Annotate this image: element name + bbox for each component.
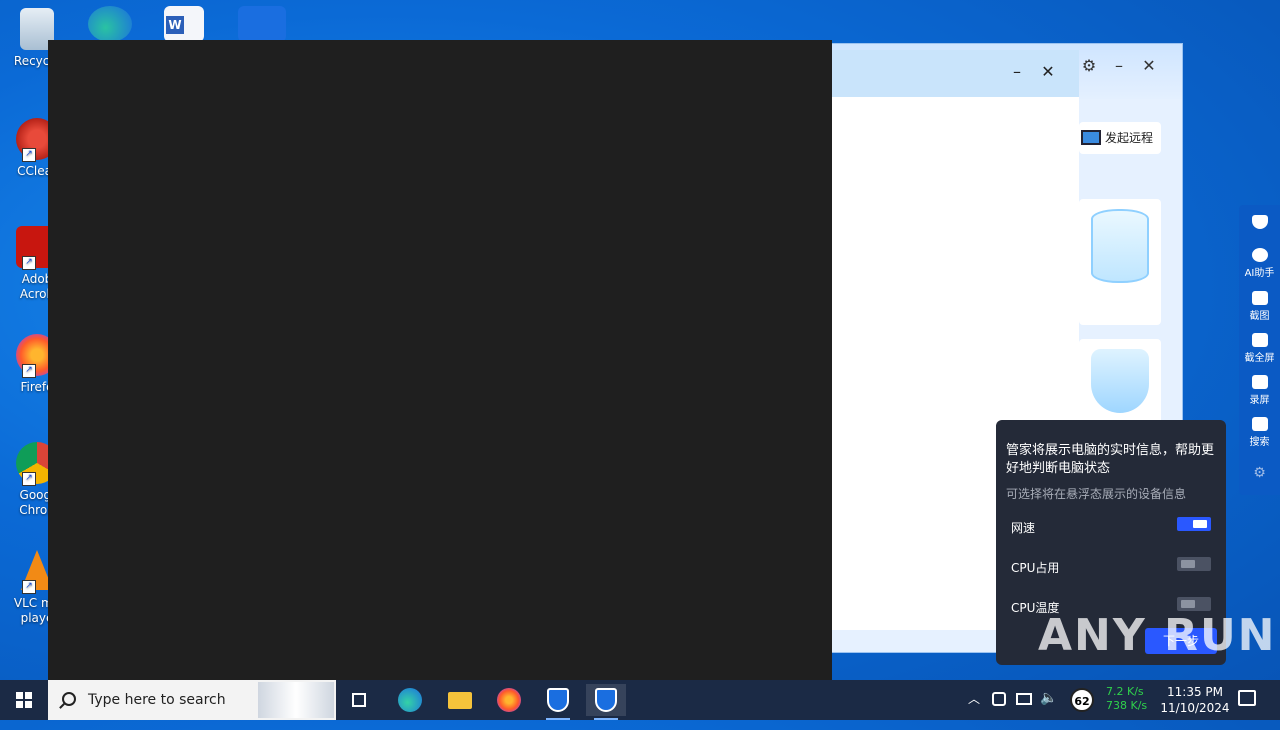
network-speed-toggle[interactable] — [1177, 517, 1211, 531]
pc-manager-taskbar-icon[interactable] — [538, 684, 578, 720]
show-hidden-icons-chevron-icon[interactable]: ︿ — [968, 690, 980, 730]
option-row-network-speed: 网速 — [1011, 517, 1211, 536]
windows-logo-icon — [16, 692, 32, 708]
sidebar-item-label: 搜索 — [1249, 437, 1270, 448]
dialog-minimize-button[interactable]: – — [1007, 62, 1027, 82]
anyrun-watermark: ANY RUN — [1038, 610, 1277, 661]
inner-dialog-header: – ✕ — [832, 50, 1079, 97]
toggle-knob — [1181, 600, 1195, 608]
edge-glyph — [398, 688, 422, 712]
popup-title: 管家将展示电脑的实时信息，帮助更好地判断电脑状态 — [1006, 443, 1215, 476]
toggle-knob — [1193, 520, 1207, 528]
sidebar-item-record[interactable]: 录屏 — [1239, 375, 1280, 406]
search-highlight-image — [258, 682, 334, 718]
clock[interactable]: 11:35 PM 11/10/2024 — [1160, 684, 1230, 716]
monitor-icon — [1081, 130, 1101, 145]
option-row-cpu-usage: CPU占用 — [1011, 557, 1211, 576]
folder-glyph — [448, 692, 472, 709]
search-placeholder: Type here to search — [88, 692, 226, 708]
shield-icon — [1251, 215, 1268, 229]
cpu-usage-badge[interactable]: 62 — [1070, 688, 1094, 712]
feature-card-cleanup[interactable] — [1079, 199, 1161, 325]
remote-assist-button[interactable]: 发起远程 — [1079, 122, 1161, 154]
minimize-button[interactable]: – — [1109, 56, 1129, 76]
task-view-icon[interactable] — [340, 684, 380, 716]
word-w-glyph: W — [166, 16, 184, 34]
settings-gear-icon[interactable]: ⚙ — [1079, 56, 1099, 76]
cleanup-icon — [1091, 209, 1149, 283]
monitor-capture-icon — [1251, 333, 1268, 347]
option-label: CPU占用 — [1011, 561, 1060, 575]
edge-taskbar-icon[interactable] — [390, 684, 430, 716]
sidebar-item-fullscreen-capture[interactable]: 截全屏 — [1239, 333, 1280, 364]
tray-app-icon[interactable] — [992, 692, 1006, 706]
dialog-close-button[interactable]: ✕ — [1038, 62, 1058, 82]
start-button[interactable] — [0, 680, 48, 720]
floating-toolbar: AI助手 截图 截全屏 录屏 搜索 ⚙ — [1239, 205, 1280, 495]
firefox-taskbar-icon[interactable] — [489, 684, 529, 716]
option-label: 网速 — [1011, 521, 1036, 535]
network-icon[interactable] — [1016, 693, 1032, 705]
word-document-icon[interactable]: W — [164, 6, 204, 42]
sidebar-item-shield[interactable] — [1239, 215, 1280, 231]
taskbar-search-box[interactable]: Type here to search — [48, 680, 336, 720]
sidebar-item-label: AI助手 — [1244, 268, 1275, 279]
shield-icon — [595, 688, 617, 712]
popup-subtitle: 可选择将在悬浮态展示的设备信息 — [1006, 487, 1187, 501]
ai-assistant-icon — [1251, 248, 1268, 262]
tencent-manager-desktop-icon[interactable] — [238, 6, 286, 42]
search-icon — [62, 692, 76, 706]
close-button[interactable]: ✕ — [1139, 56, 1159, 76]
camera-icon — [1251, 291, 1268, 305]
black-window[interactable] — [48, 40, 832, 680]
shield-key-icon — [1091, 349, 1149, 413]
sidebar-item-label: 截图 — [1249, 311, 1270, 322]
edge-desktop-icon[interactable] — [88, 6, 132, 42]
sidebar-item-search[interactable]: 搜索 — [1239, 417, 1280, 448]
file-explorer-icon[interactable] — [440, 684, 480, 716]
search-icon — [1251, 417, 1268, 431]
feature-card-security[interactable] — [1079, 339, 1161, 429]
sidebar-item-screenshot[interactable]: 截图 — [1239, 291, 1280, 322]
sidebar-settings-gear-icon[interactable]: ⚙ — [1239, 465, 1280, 481]
cpu-usage-toggle[interactable] — [1177, 557, 1211, 571]
upload-speed: 7.2 K/s — [1106, 685, 1144, 698]
download-speed: 738 K/s — [1106, 699, 1148, 712]
pc-manager-taskbar-icon-active[interactable] — [586, 684, 626, 720]
volume-icon[interactable]: 🔈 — [1040, 690, 1057, 730]
sidebar-item-label: 截全屏 — [1244, 353, 1275, 364]
task-view-glyph — [352, 693, 366, 707]
sidebar-item-ai-assistant[interactable]: AI助手 — [1239, 248, 1280, 279]
notification-center-icon[interactable] — [1238, 690, 1256, 706]
clock-time: 11:35 PM — [1167, 685, 1223, 699]
sidebar-item-label: 录屏 — [1249, 395, 1270, 406]
taskbar: Type here to search ︿ 🔈 62 7.2 K/s 738 K… — [0, 680, 1280, 720]
clock-date: 11/10/2024 — [1160, 701, 1230, 715]
toggle-knob — [1181, 560, 1195, 568]
video-camera-icon — [1251, 375, 1268, 389]
network-speed-readout: 7.2 K/s 738 K/s — [1106, 685, 1147, 713]
firefox-glyph — [497, 688, 521, 712]
cpu-temp-toggle[interactable] — [1177, 597, 1211, 611]
remote-assist-label: 发起远程 — [1104, 131, 1153, 145]
shield-icon — [547, 688, 569, 712]
